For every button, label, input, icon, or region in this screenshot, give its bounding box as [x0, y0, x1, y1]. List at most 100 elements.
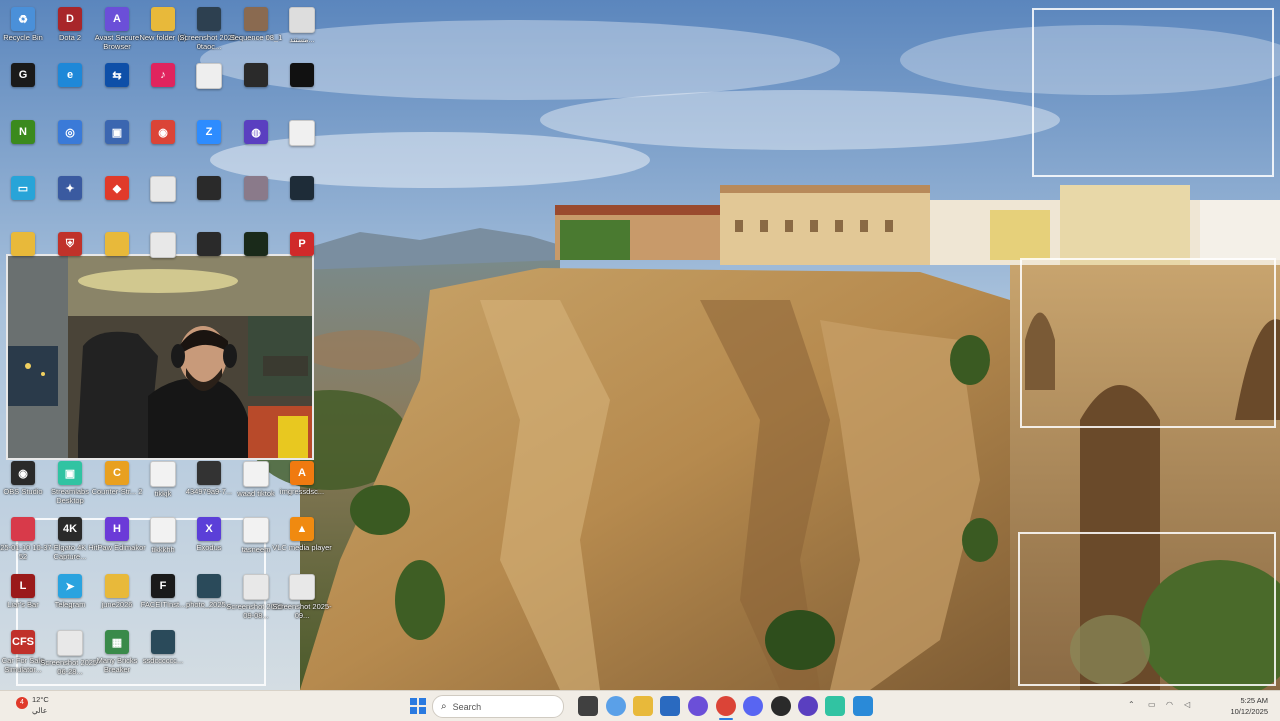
screenshot-file-icon: [289, 574, 315, 600]
telegram-icon: ➤: [58, 574, 82, 598]
blank-doc-icon: [289, 120, 315, 146]
text-file-icon: [243, 461, 269, 487]
chrome-icon[interactable]: [716, 696, 736, 716]
avast-browser-icon: A: [105, 7, 129, 31]
desktop-icon[interactable]: Aimgressdsc...: [271, 457, 333, 511]
desktop-icon[interactable]: [271, 172, 333, 226]
desktop-icon-label: VLC media player: [272, 543, 332, 552]
desktop-icon[interactable]: [271, 116, 333, 170]
image-file-icon: [151, 630, 175, 654]
file-icon: [150, 461, 176, 487]
streamlabs-icon[interactable]: [825, 696, 845, 716]
dark-image-icon: [290, 176, 314, 200]
exodus-icon: X: [197, 517, 221, 541]
screenshot-file-icon: [57, 630, 83, 656]
desktop-icon[interactable]: ssdcccccc...: [132, 626, 194, 680]
taskbar: 4 12°C عالي ⌕ Search ⌃ ▭ ◠ ◁ 5:25 AM 10/…: [0, 690, 1280, 721]
screenshot-file-icon: [150, 232, 176, 258]
desktop-icon[interactable]: ▲ VLC media player: [271, 513, 333, 567]
screenshot-file-icon: [243, 574, 269, 600]
webcam-image: [8, 256, 312, 458]
overlay-frame-top-right: [1032, 8, 1274, 177]
taskbar-search-box[interactable]: ⌕ Search: [432, 695, 564, 718]
liars-bar-icon: L: [11, 574, 35, 598]
overlay-frame-middle-right: [1020, 258, 1276, 428]
webcam-feed: [6, 254, 314, 460]
video-file-icon: [11, 517, 35, 541]
search-icon: ⌕: [441, 701, 447, 712]
game-file-icon: [244, 232, 268, 256]
weather-caption: عالي: [32, 706, 48, 715]
desktop-icon[interactable]: [271, 59, 333, 113]
image-file-icon: [197, 574, 221, 598]
hitpaw-icon: H: [105, 517, 129, 541]
wifi-icon[interactable]: ◠: [1166, 700, 1173, 709]
streamlabs-icon: ▣: [58, 461, 82, 485]
chrome-icon: ◉: [151, 120, 175, 144]
clock-time: 5:25 AM: [1240, 696, 1268, 705]
volume-icon[interactable]: ◁: [1184, 700, 1190, 709]
teamviewer-icon: ⇆: [105, 63, 129, 87]
screenshot-icon: [197, 7, 221, 31]
media-app-icon[interactable]: [798, 696, 818, 716]
desktop-icon[interactable]: Screenshot 2025-09...: [271, 570, 333, 624]
tray-chevron-icon[interactable]: ⌃: [1128, 700, 1135, 709]
screenshot-file-icon: [150, 176, 176, 202]
obs-icon[interactable]: [771, 696, 791, 716]
task-view-icon[interactable]: [578, 696, 598, 716]
phone-file-icon: [197, 461, 221, 485]
tiktok-studio-icon: ♪: [151, 63, 175, 87]
avast-browser-icon[interactable]: [688, 696, 708, 716]
video-file-icon: [244, 7, 268, 31]
image-thumbnail-icon: [244, 176, 268, 200]
active-window-icon[interactable]: [853, 696, 873, 716]
media-app-icon: ◍: [244, 120, 268, 144]
bricks-game-icon: ▦: [105, 630, 129, 654]
phone-file-icon: [197, 232, 221, 256]
store-icon[interactable]: [660, 696, 680, 716]
pdf-app-icon: P: [290, 232, 314, 256]
windows-start-icon[interactable]: [408, 696, 428, 716]
desktop-icon-label: مستند...: [289, 35, 315, 44]
file-icon: [196, 63, 222, 89]
nvidia-icon: N: [11, 120, 35, 144]
car-game-icon: CFS: [11, 630, 35, 654]
shield-app-icon: ⛨: [58, 232, 82, 256]
elgato-icon: 4K: [58, 517, 82, 541]
weather-alert-icon: 4: [16, 697, 28, 709]
cs2-icon: C: [105, 461, 129, 485]
network-icon[interactable]: ▭: [1148, 700, 1156, 709]
dota-icon: D: [58, 7, 82, 31]
obs-icon: ◉: [11, 461, 35, 485]
game-icon: ✦: [58, 176, 82, 200]
file-explorer-icon[interactable]: [633, 696, 653, 716]
desktop-icon[interactable]: P: [271, 228, 333, 282]
search-placeholder: Search: [452, 701, 482, 712]
desktop-icon-label: Screenshot 2025-09...: [272, 602, 332, 620]
taskbar-clock[interactable]: 5:25 AM 10/12/2025: [1208, 695, 1268, 717]
recycle-bin-icon: ♻: [11, 7, 35, 31]
overlay-frame-bottom-right: [1018, 532, 1276, 686]
g-hub-icon: G: [11, 63, 35, 87]
avast-icon: A: [290, 461, 314, 485]
discord-icon[interactable]: [743, 696, 763, 716]
desktop-icon-label: imgressdsc...: [279, 487, 325, 496]
desktop-icon-label: ssdcccccc...: [142, 656, 184, 665]
clock-date: 10/12/2025: [1230, 707, 1268, 716]
folder-icon: [105, 574, 129, 598]
monitor-icon: ▭: [11, 176, 35, 200]
faceit-icon: F: [151, 574, 175, 598]
weather-widget[interactable]: 4 12°C عالي: [12, 694, 62, 718]
phone-file-icon: [197, 176, 221, 200]
system-tray: ⌃ ▭ ◠ ◁: [1128, 700, 1203, 712]
weather-temperature: 12°C: [32, 695, 49, 704]
folder-icon: [105, 232, 129, 256]
browser-icon: ◎: [58, 120, 82, 144]
desktop-icon[interactable]: مستند...: [271, 3, 333, 57]
edge-icon: e: [58, 63, 82, 87]
copilot-icon[interactable]: [606, 696, 626, 716]
document-icon: [289, 7, 315, 33]
folder-icon: [151, 7, 175, 31]
app-shortcut-icon: ▣: [105, 120, 129, 144]
zoom-icon: Z: [197, 120, 221, 144]
